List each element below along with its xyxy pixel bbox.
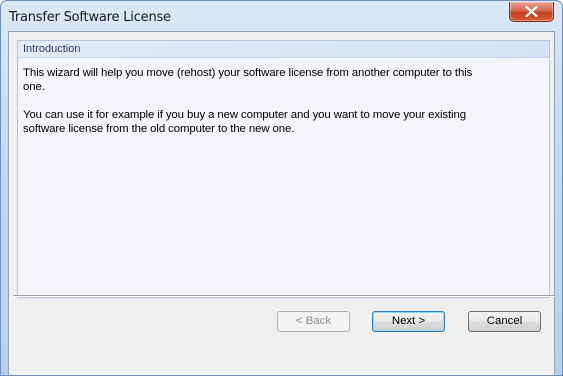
- introduction-panel: Introduction This wizard will help you m…: [17, 40, 550, 298]
- button-separator: [13, 295, 555, 297]
- next-button[interactable]: Next >: [372, 311, 445, 332]
- intro-paragraph-2: You can use it for example if you buy a …: [23, 109, 466, 135]
- dialog-window: Transfer Software License Introduction T…: [0, 0, 563, 376]
- title-bar[interactable]: Transfer Software License: [1, 1, 562, 32]
- intro-paragraph-1: This wizard will help you move (rehost) …: [23, 67, 473, 93]
- panel-header-title: Introduction: [23, 43, 81, 55]
- close-x-icon: [525, 6, 538, 17]
- close-button[interactable]: [509, 2, 554, 22]
- window-title: Transfer Software License: [9, 10, 171, 25]
- back-button[interactable]: < Back: [277, 311, 350, 332]
- panel-header: Introduction: [18, 41, 549, 58]
- cancel-button[interactable]: Cancel: [468, 311, 541, 332]
